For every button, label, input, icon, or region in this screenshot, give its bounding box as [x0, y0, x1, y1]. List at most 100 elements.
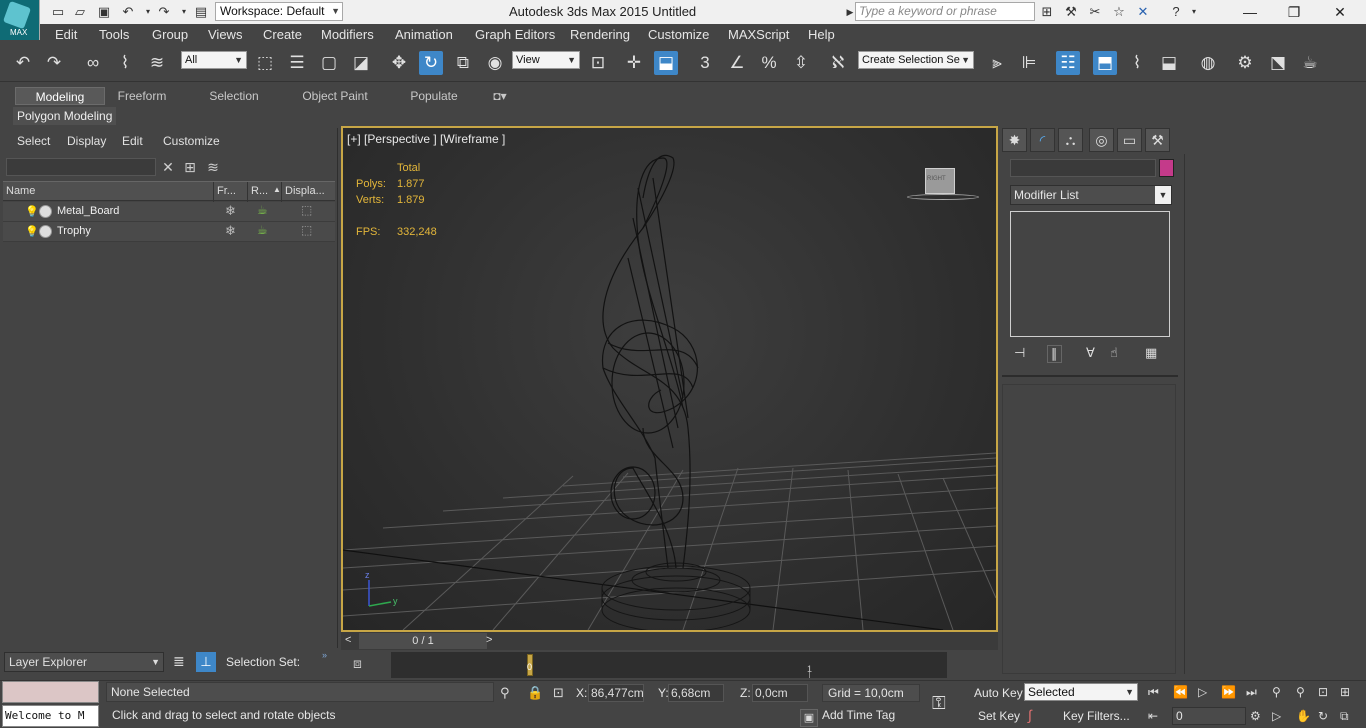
add-layer-icon[interactable]: ⊞ [181, 158, 199, 176]
display-box-icon[interactable]: ⬚ [301, 223, 312, 237]
filter-icon[interactable]: ≋ [204, 158, 222, 176]
field-of-view-icon[interactable]: ▷ [1272, 709, 1281, 723]
next-frame-button[interactable]: > [486, 634, 492, 646]
toggle-scene-explorer-icon[interactable]: ☷ [1056, 51, 1080, 75]
play-icon[interactable]: ▷ [1198, 685, 1207, 699]
spinner-snap-icon[interactable]: ⇳ [789, 51, 813, 75]
select-object-icon[interactable]: ⬚ [253, 51, 277, 75]
column-render[interactable]: R... [251, 185, 268, 197]
freeze-icon[interactable]: ❄ [225, 203, 236, 219]
zoom-icon[interactable]: ⚲ [1272, 685, 1281, 699]
tab-create[interactable]: ✸ [1002, 128, 1027, 152]
list-item[interactable]: 💡 Trophy ❄ ☕ ⬚ [3, 222, 335, 242]
unlink-icon[interactable]: ⌇ [113, 51, 137, 75]
add-time-tag-button[interactable]: Add Time Tag [822, 708, 895, 722]
maximize-viewport-icon[interactable]: ⧉ [1340, 709, 1349, 724]
layer-explorer-dropdown[interactable]: Layer Explorer ▼ [4, 652, 164, 672]
menu-tools[interactable]: Tools [99, 27, 129, 42]
menu-customize[interactable]: Customize [648, 27, 709, 42]
time-tag-icon[interactable]: ▣ [800, 709, 818, 727]
menu-edit[interactable]: Edit [55, 27, 77, 42]
close-button[interactable]: ✕ [1318, 2, 1362, 22]
redo-icon[interactable]: ↷ [42, 51, 66, 75]
lightbulb-icon[interactable]: 💡 [25, 205, 39, 218]
menu-modifiers[interactable]: Modifiers [321, 27, 374, 42]
key-mode-toggle-icon[interactable]: ⇤ [1148, 709, 1158, 723]
window-crossing-icon[interactable]: ◪ [349, 51, 373, 75]
tab-utilities[interactable]: ⚒ [1145, 128, 1170, 152]
default-tangent-icon[interactable]: ∫ [1028, 707, 1032, 723]
mirror-icon[interactable]: ⫸ [985, 51, 1009, 75]
toggle-layer-explorer-icon[interactable]: ⬒ [1093, 51, 1117, 75]
menu-maxscript[interactable]: MAXScript [728, 27, 789, 42]
tab-populate[interactable]: Populate [402, 87, 466, 105]
rectangular-selection-icon[interactable]: ▢ [317, 51, 341, 75]
menu-animation[interactable]: Animation [395, 27, 453, 42]
menu-create[interactable]: Create [263, 27, 302, 42]
named-selection-set-input[interactable]: Create Selection Se ▼ [858, 51, 974, 69]
tab-motion[interactable]: ◎ [1089, 128, 1114, 152]
select-scale-icon[interactable]: ⧉ [451, 51, 475, 75]
perspective-viewport[interactable]: [+] [Perspective ] [Wireframe ] Total Po… [341, 126, 998, 632]
visibility-icon[interactable] [39, 225, 52, 238]
maxscript-listener-output[interactable] [2, 681, 99, 703]
workspace-dropdown[interactable]: Workspace: Default ▼ [215, 2, 343, 21]
search-input[interactable]: Type a keyword or phrase [855, 2, 1035, 21]
menu-rendering[interactable]: Rendering [570, 27, 630, 42]
bind-space-warp-icon[interactable]: ≋ [145, 51, 169, 75]
tab-object-paint[interactable]: Object Paint [292, 87, 378, 105]
scene-explorer-menu-select[interactable]: Select [17, 134, 50, 148]
snaps-toggle-icon[interactable]: 3 [693, 51, 717, 75]
column-display[interactable]: Displa... [285, 185, 325, 197]
list-item[interactable]: 💡 Metal_Board ❄ ☕ ⬚ [3, 202, 335, 222]
time-slider-thumb[interactable]: 0 / 1 [359, 633, 487, 649]
material-editor-icon[interactable]: ◍ [1196, 51, 1220, 75]
z-coordinate-field[interactable]: 0,0cm [752, 684, 808, 702]
zoom-extents-all-icon[interactable]: ⊞ [1340, 685, 1350, 699]
column-divider[interactable] [281, 182, 282, 202]
selection-lock-icon[interactable]: 🔒 [527, 685, 543, 701]
reference-coordinate-dropdown[interactable]: View ▼ [512, 51, 580, 69]
restore-button[interactable]: ❐ [1272, 2, 1316, 22]
expand-icon[interactable]: » [322, 650, 327, 660]
absolute-mode-icon[interactable]: ⊡ [553, 685, 564, 701]
set-keys-key-icon[interactable]: ⚿ [932, 693, 946, 714]
orbit-icon[interactable]: ↻ [1318, 709, 1328, 723]
object-color-swatch[interactable] [1159, 159, 1174, 177]
menu-help[interactable]: Help [808, 27, 835, 42]
select-move-icon[interactable]: ✥ [387, 51, 411, 75]
go-to-end-icon[interactable]: ⏭ [1246, 685, 1257, 700]
place-icon[interactable]: ◉ [483, 51, 507, 75]
auto-key-button[interactable]: Auto Key [974, 686, 1023, 700]
redo-dropdown-icon[interactable]: ▾ [176, 4, 192, 20]
pin-stack-icon[interactable]: ⊣ [1014, 345, 1025, 361]
key-filters-button[interactable]: Key Filters... [1063, 709, 1130, 723]
select-manipulate-icon[interactable]: ✛ [622, 51, 646, 75]
link-icon[interactable]: ∞ [81, 51, 105, 75]
time-configuration-icon[interactable]: ⚙ [1250, 709, 1261, 723]
tab-modeling[interactable]: Modeling [15, 87, 105, 105]
y-coordinate-field[interactable]: 6,68cm [668, 684, 724, 702]
teapot-render-icon[interactable]: ☕ [257, 203, 268, 217]
menu-group[interactable]: Group [152, 27, 188, 42]
ribbon-panel-polygon-modeling[interactable]: Polygon Modeling [13, 107, 117, 125]
open-mini-curve-editor-icon[interactable]: ⧈ [353, 655, 362, 672]
remove-modifier-icon[interactable]: ☝ [1110, 345, 1118, 361]
new-file-icon[interactable]: ▭ [50, 4, 66, 20]
align-icon[interactable]: ⊫ [1017, 51, 1041, 75]
isolate-selection-icon[interactable]: ⚲ [500, 685, 510, 701]
tab-hierarchy[interactable]: ⛬ [1058, 128, 1083, 152]
maxscript-mini-listener[interactable]: Welcome to M [2, 705, 99, 727]
angle-snap-icon[interactable]: ∠ [725, 51, 749, 75]
save-icon[interactable]: ▣ [96, 4, 112, 20]
curve-editor-icon[interactable]: ⌇ [1125, 51, 1149, 75]
go-to-start-icon[interactable]: ⏮ [1148, 685, 1159, 700]
undo-icon[interactable]: ↶ [11, 51, 35, 75]
tab-modify[interactable]: ◜ [1030, 128, 1055, 152]
tab-selection[interactable]: Selection [200, 87, 268, 105]
render-setup-icon[interactable]: ⚙ [1233, 51, 1257, 75]
track-bar-area[interactable]: 0 1 [391, 652, 947, 678]
teapot-render-icon[interactable]: ☕ [257, 223, 268, 237]
edit-named-selection-icon[interactable]: ℵ [826, 51, 850, 75]
select-by-name-icon[interactable]: ☰ [285, 51, 309, 75]
